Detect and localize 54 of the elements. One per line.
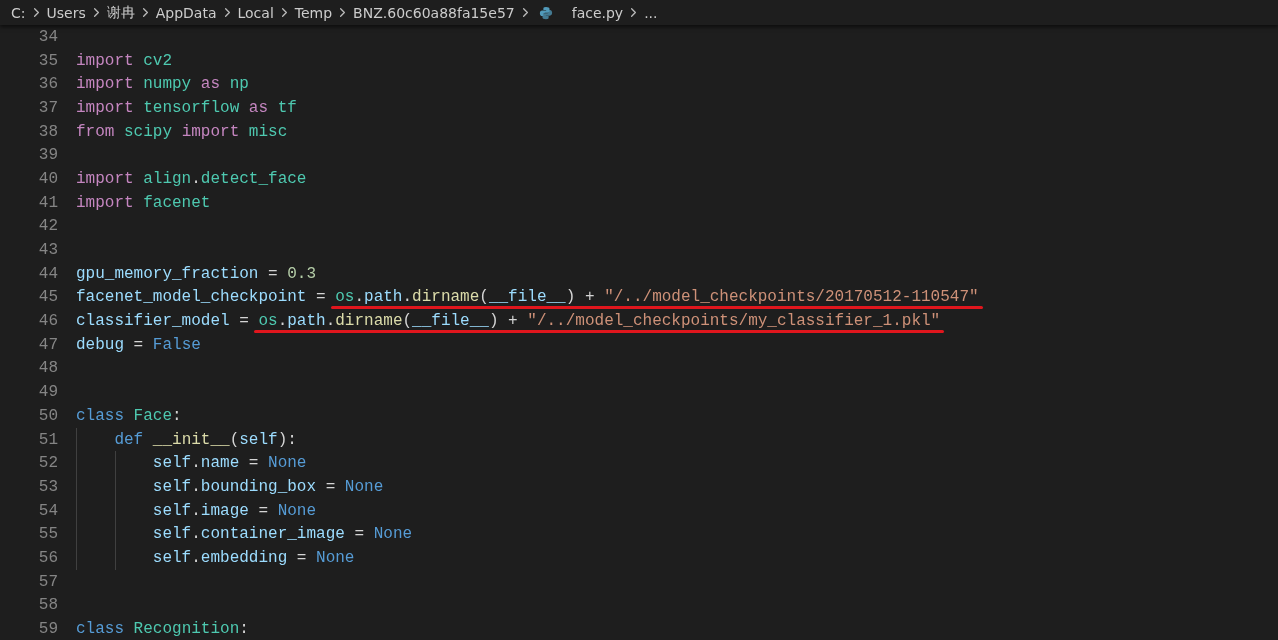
line-number: 40: [37, 169, 59, 188]
line-number: 41: [37, 193, 59, 212]
code-line: gpu_memory_fraction = 0.3: [76, 263, 318, 285]
code-line: classifier_model = os.path.dirname(__file__) + "/../model_checkpoints/my_classifier_1.pkl": [76, 309, 949, 333]
code-line: self.container_image = None: [76, 522, 421, 547]
line-number: 35: [37, 51, 59, 70]
line-number: 34: [37, 27, 59, 46]
line-number: 42: [37, 217, 59, 236]
line-number: 47: [37, 335, 59, 354]
line-number: 51: [37, 430, 59, 449]
line-number: 46: [37, 312, 59, 331]
line-number: 44: [37, 264, 59, 283]
line-number: 59: [37, 620, 59, 639]
line-number: 54: [37, 501, 59, 520]
code-line: debug = False: [76, 334, 202, 356]
line-number: 45: [37, 288, 59, 307]
line-number: 39: [37, 146, 59, 165]
code-line: def __init__(self):: [76, 427, 305, 452]
line-number: 50: [37, 406, 59, 425]
breadcrumb-item[interactable]: AppData: [154, 4, 218, 21]
more-breadcrumb[interactable]: ...: [643, 4, 659, 21]
code-line: self.bounding_box = None: [76, 475, 392, 499]
breadcrumb-item[interactable]: Temp: [293, 4, 334, 21]
code-line: self.image = None: [76, 498, 325, 523]
code-line: import numpy as np: [76, 74, 250, 96]
line-number: 49: [37, 383, 59, 402]
line-number: 53: [37, 477, 59, 496]
breadcrumb-item[interactable]: Users: [45, 4, 87, 21]
code-line: self.embedding = None: [76, 546, 363, 570]
breadcrumb-item[interactable]: 谢冉: [105, 3, 136, 22]
code-line: import align.detect_face: [76, 168, 308, 190]
code-line: class Recognition:: [76, 619, 250, 640]
line-number: 56: [37, 548, 59, 567]
line-number: 37: [37, 98, 59, 117]
line-number: 55: [37, 525, 59, 544]
line-number: 57: [37, 572, 59, 591]
line-number: 58: [37, 596, 59, 615]
breadcrumb-item[interactable]: BNZ.60c60a88fa15e57: [352, 4, 516, 21]
code-line: facenet_model_checkpoint = os.path.dirname(__file__) + "/../model_checkpoints/20170512-110547": [76, 285, 987, 310]
breadcrumb-item[interactable]: Local: [236, 4, 275, 21]
python-file-icon: [538, 5, 553, 20]
line-number: 48: [37, 359, 59, 378]
line-number: 43: [37, 241, 59, 260]
code-line: import cv2: [76, 50, 173, 72]
code-line: import facenet: [76, 192, 212, 214]
line-number: 52: [37, 454, 59, 473]
breadcrumb-item[interactable]: C:: [10, 4, 27, 21]
breadcrumb-item[interactable]: face.py: [570, 4, 625, 21]
line-number: 36: [37, 75, 59, 94]
code-line: class Face:: [76, 405, 183, 427]
code-line: self.name = None: [76, 451, 315, 476]
code-line: import tensorflow as tf: [76, 97, 298, 119]
line-number: 38: [37, 122, 59, 141]
code-line: from scipy import misc: [76, 121, 289, 143]
